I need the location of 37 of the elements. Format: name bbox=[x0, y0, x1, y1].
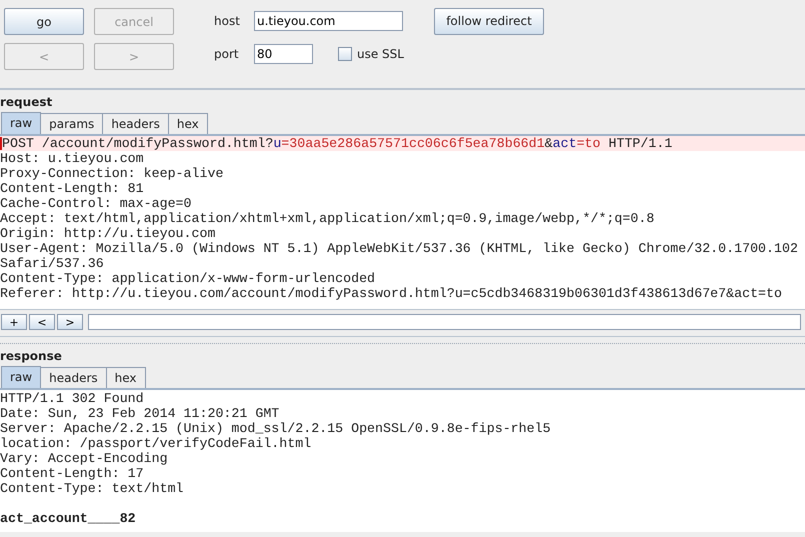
search-field[interactable] bbox=[88, 314, 801, 330]
code-line: Host: u.tieyou.com bbox=[0, 151, 145, 166]
nav-button[interactable]: + bbox=[1, 314, 27, 330]
code-line: User-Agent: Mozilla/5.0 (Windows NT 5.1) AppleWebKit/537.36 (KHTML, like Gecko) Chrome/32.0.1700.102 bbox=[0, 241, 799, 256]
code-line: Cache-Control: max-age=0 bbox=[0, 196, 193, 211]
code-line: Vary: Accept-Encoding bbox=[0, 451, 169, 466]
code-line: Origin: http://u.tieyou.com bbox=[0, 226, 216, 241]
code-line: act_account____82 bbox=[0, 511, 137, 526]
code-line: Referer: http://u.tieyou.com/account/modifyPassword.html?u=c5cdb3468319b06301d3f438613d67e7&act=to bbox=[0, 286, 783, 301]
code-line: Accept: text/html,application/xhtml+xml,application/xml;q=0.9,image/webp,*/*;q=0.8 bbox=[0, 211, 656, 226]
code-line: Content-Length: 17 bbox=[0, 466, 145, 481]
code-line: Content-Type: application/x-www-form-urlencoded bbox=[0, 271, 376, 286]
code-line: Content-Type: text/html bbox=[0, 481, 185, 496]
code-line: Server: Apache/2.2.15 (Unix) mod_ssl/2.2.15 OpenSSL/0.9.8e-fips-rhel5 bbox=[0, 421, 552, 436]
use-ssl-label: use SSL bbox=[357, 47, 404, 61]
tab[interactable]: raw bbox=[1, 366, 42, 388]
code-line: HTTP/1.1 302 Found bbox=[0, 391, 145, 406]
request-heading: request bbox=[0, 94, 54, 111]
code-line: location: /passport/verifyCodeFail.html bbox=[0, 436, 312, 451]
code-line: Content-Length: 81 bbox=[0, 181, 145, 196]
follow-redirect-button[interactable]: follow redirect bbox=[434, 8, 544, 34]
code-line: Proxy-Connection: keep-alive bbox=[0, 166, 224, 181]
port-field[interactable]: 80 bbox=[254, 44, 313, 64]
port-label: port bbox=[214, 47, 240, 61]
go-button[interactable]: go bbox=[4, 8, 84, 35]
tab[interactable]: hex bbox=[106, 367, 146, 388]
nav-button[interactable]: > bbox=[57, 314, 83, 330]
host-field[interactable]: u.tieyou.com bbox=[254, 11, 403, 31]
code-line: Date: Sun, 23 Feb 2014 11:20:21 GMT bbox=[0, 406, 280, 421]
nav-button[interactable]: < bbox=[29, 314, 55, 330]
splitter-handle[interactable] bbox=[0, 336, 805, 344]
response-heading: response bbox=[0, 348, 63, 365]
checkbox[interactable] bbox=[338, 47, 352, 61]
code-line: Safari/537.36 bbox=[0, 256, 105, 271]
tab[interactable]: hex bbox=[168, 113, 208, 134]
host-label: host bbox=[214, 14, 241, 28]
tab[interactable]: raw bbox=[1, 112, 42, 134]
